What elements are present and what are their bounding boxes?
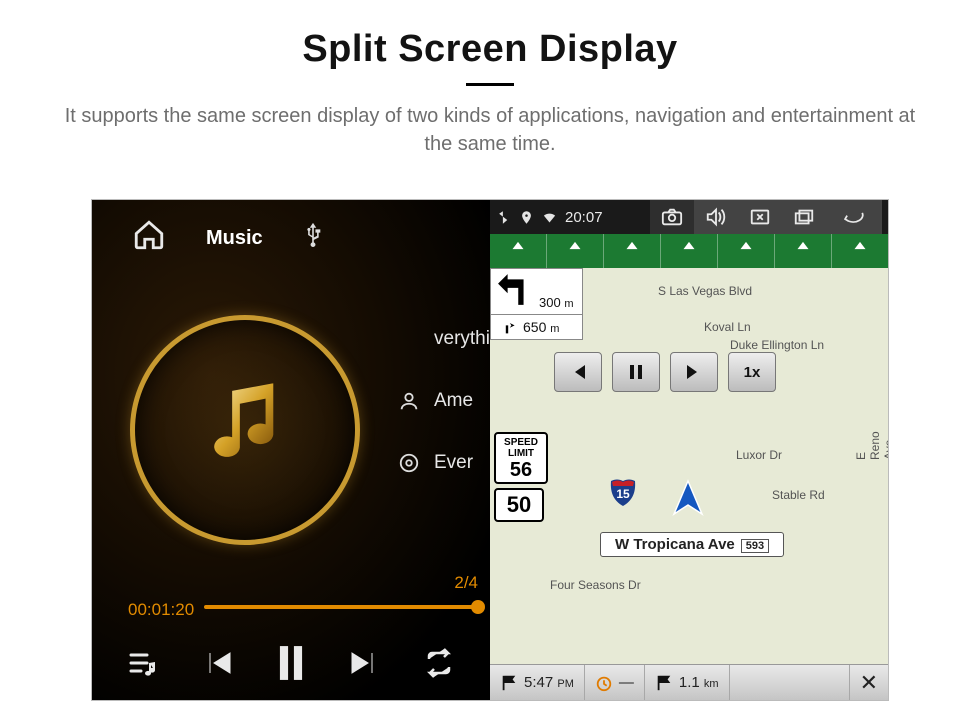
page-subtitle: It supports the same screen display of t… xyxy=(55,102,925,158)
street-label: Four Seasons Dr xyxy=(550,578,641,592)
page-title: Split Screen Display xyxy=(0,28,980,71)
list-item[interactable]: Ever xyxy=(398,452,490,474)
street-label: Koval Ln xyxy=(704,320,751,334)
street-label: Luxor Dr xyxy=(736,448,782,462)
current-speed: 50 xyxy=(494,488,544,522)
lane-straight-icon xyxy=(718,234,775,268)
flag-icon xyxy=(655,674,673,692)
trip-time-cell[interactable]: — xyxy=(585,665,645,700)
flag-icon xyxy=(500,674,518,692)
lane-straight-icon xyxy=(490,234,547,268)
turn-directions: 300 m 650 m xyxy=(490,268,583,340)
track-list: verythin Ame Ever xyxy=(398,328,490,474)
interstate-shield-icon: 15 xyxy=(610,478,636,506)
eta-cell[interactable]: 5:47 PM xyxy=(490,665,585,700)
clock-icon xyxy=(595,674,613,692)
screenshot-button[interactable] xyxy=(650,200,694,234)
close-app-button[interactable] xyxy=(738,200,782,234)
title-underline xyxy=(466,83,514,86)
bluetooth-icon xyxy=(496,210,511,225)
list-item[interactable]: Ame xyxy=(398,390,490,412)
usb-icon[interactable] xyxy=(303,222,323,254)
navigation-pane: 20:07 xyxy=(490,200,888,700)
volume-button[interactable] xyxy=(694,200,738,234)
clock: 20:07 xyxy=(565,209,603,226)
status-bar: 20:07 xyxy=(490,200,888,234)
lane-straight-icon xyxy=(547,234,604,268)
album-art xyxy=(130,315,360,545)
mini-next-button[interactable] xyxy=(670,352,718,392)
speed-limit-sign: SPEED LIMIT 56 xyxy=(494,432,548,484)
prev-button[interactable] xyxy=(202,647,234,684)
turn-left-icon xyxy=(497,273,531,310)
lane-guidance xyxy=(490,234,888,268)
lane-straight-icon xyxy=(775,234,832,268)
lane-straight-icon xyxy=(604,234,661,268)
turn-right-icon xyxy=(501,319,517,335)
playlist-button[interactable] xyxy=(127,647,159,684)
street-label: S Las Vegas Blvd xyxy=(658,284,752,298)
elapsed-time: 00:01:20 xyxy=(128,600,194,620)
disc-icon xyxy=(398,452,420,474)
back-button[interactable] xyxy=(826,200,882,234)
street-label: Stable Rd xyxy=(772,488,825,502)
wifi-icon xyxy=(542,210,557,225)
person-icon xyxy=(398,390,420,412)
repeat-button[interactable] xyxy=(423,647,455,684)
svg-text:15: 15 xyxy=(616,487,630,501)
location-icon xyxy=(519,210,534,225)
split-screen-device: Music verythin xyxy=(92,200,888,700)
nav-bottom-bar: 5:47 PM — 1.1 km ✕ xyxy=(490,664,888,700)
pause-button[interactable] xyxy=(277,644,305,687)
street-label: Duke Ellington Ln xyxy=(730,338,824,352)
mini-player: 1x xyxy=(554,352,776,392)
mini-prev-button[interactable] xyxy=(554,352,602,392)
music-note-icon xyxy=(205,383,285,473)
music-app-label: Music xyxy=(206,227,263,250)
close-nav-button[interactable]: ✕ xyxy=(849,665,888,700)
current-street-sign: W Tropicana Ave593 xyxy=(600,532,784,557)
recent-apps-button[interactable] xyxy=(782,200,826,234)
music-pane: Music verythin xyxy=(92,200,490,700)
list-item[interactable]: verythin xyxy=(398,328,490,350)
lane-straight-icon xyxy=(661,234,718,268)
home-icon[interactable] xyxy=(132,218,166,258)
progress-bar[interactable] xyxy=(204,605,478,609)
track-counter: 2/4 xyxy=(454,573,478,593)
lane-straight-icon xyxy=(832,234,888,268)
distance-cell[interactable]: 1.1 km xyxy=(645,665,730,700)
vehicle-cursor-icon xyxy=(668,478,708,518)
street-label: E Reno Ave xyxy=(854,426,888,460)
next-button[interactable] xyxy=(348,647,380,684)
playback-speed-button[interactable]: 1x xyxy=(728,352,776,392)
mini-pause-button[interactable] xyxy=(612,352,660,392)
